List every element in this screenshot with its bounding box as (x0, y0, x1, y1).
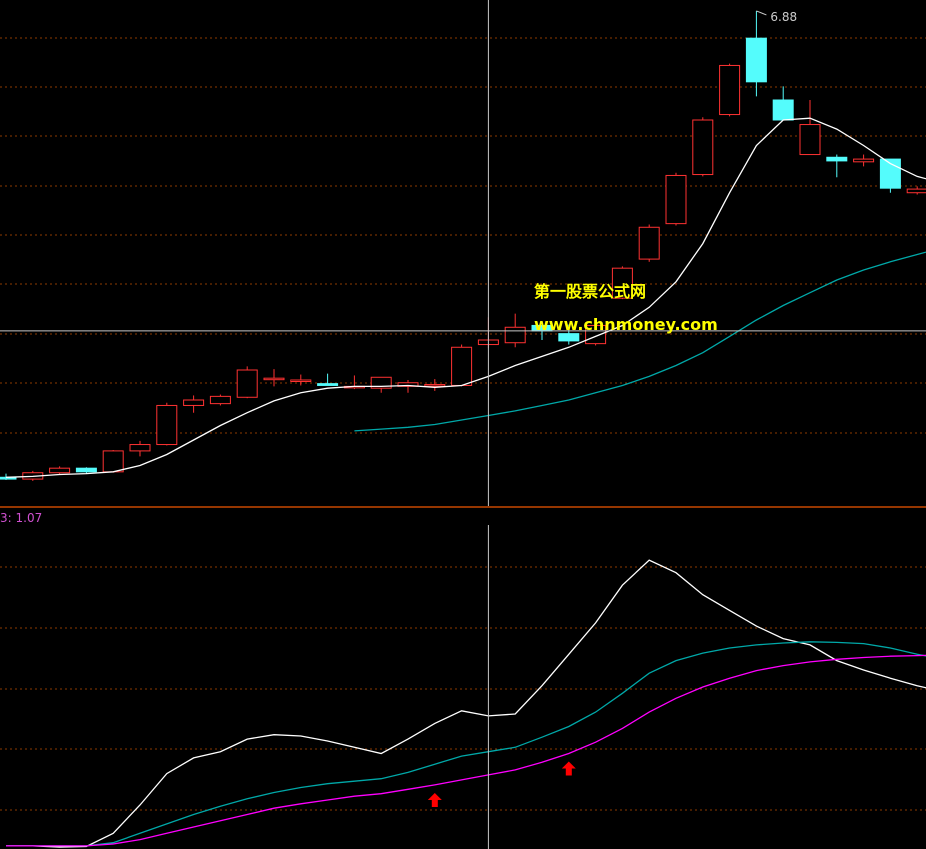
candle-body-10 (263, 377, 285, 381)
candle-17 (451, 344, 473, 387)
candle-body-6 (156, 404, 178, 446)
candle-body-3 (75, 467, 97, 473)
candle-body-12 (317, 383, 339, 386)
candle-body-11 (290, 379, 312, 382)
stock-chart[interactable]: 6.88 3: 1.07 第一股票公式网 www.chnmoney.com (0, 0, 926, 849)
candle-body-19 (504, 326, 526, 344)
candle-body-9 (236, 369, 258, 398)
candle-26 (692, 117, 714, 177)
candle-body-4 (102, 450, 124, 473)
indicator-label: 3: 1.07 (0, 511, 42, 525)
candle-8 (209, 394, 231, 406)
candle-body-30 (799, 124, 821, 156)
candle-body-8 (209, 395, 231, 405)
candle-body-5 (129, 444, 151, 452)
candle-4 (102, 450, 124, 473)
watermark-line-1: 第一股票公式网 (534, 282, 646, 301)
candle-6 (156, 402, 178, 446)
candle-body-29 (772, 99, 794, 121)
chart-background (0, 0, 926, 849)
candle-9 (236, 366, 258, 399)
candle-27 (719, 63, 741, 117)
candle-body-21 (558, 333, 580, 342)
candle-body-7 (183, 399, 205, 406)
candle-body-34 (906, 188, 926, 194)
candle-body-27 (719, 64, 741, 116)
candle-body-24 (638, 226, 660, 260)
candle-24 (638, 224, 660, 262)
candle-25 (665, 172, 687, 226)
candle-body-17 (451, 346, 473, 386)
high-label: 6.88 (770, 10, 797, 24)
candle-body-26 (692, 119, 714, 176)
candle-body-28 (745, 37, 767, 83)
candle-body-31 (826, 156, 848, 162)
candle-body-2 (49, 467, 71, 474)
watermark-line-2: www.chnmoney.com (534, 315, 718, 334)
candle-body-16 (424, 384, 446, 387)
candle-body-25 (665, 174, 687, 225)
candle-body-32 (853, 158, 875, 163)
